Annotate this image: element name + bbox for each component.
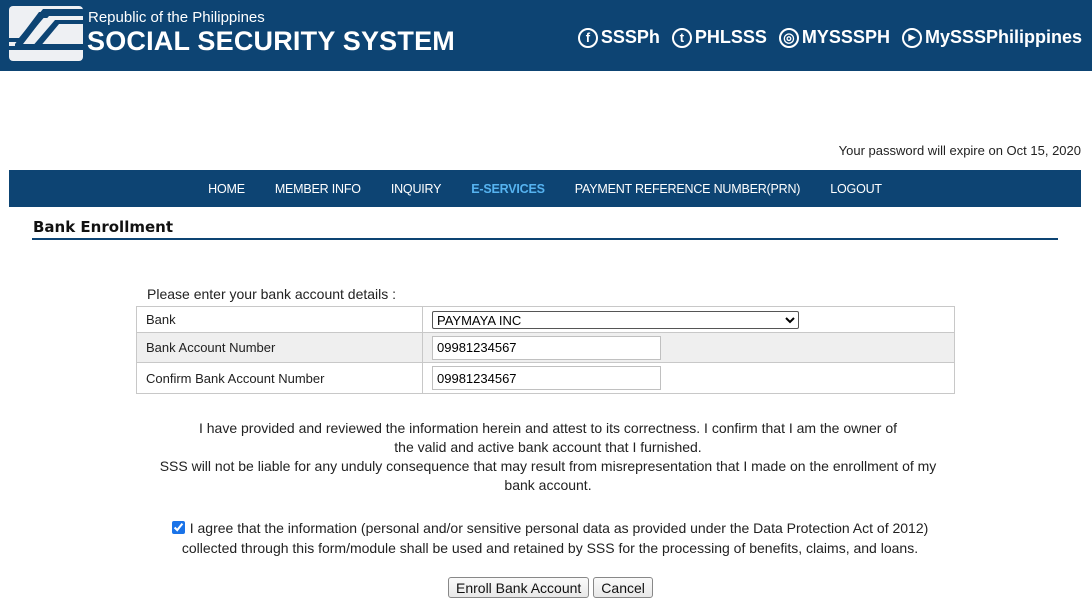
facebook-icon: f xyxy=(577,27,598,48)
youtube-icon: ▶ xyxy=(901,27,922,48)
nav-inquiry[interactable]: INQUIRY xyxy=(391,182,442,196)
consent-checkbox[interactable] xyxy=(171,521,185,534)
account-number-input[interactable] xyxy=(432,335,661,360)
cancel-button[interactable]: Cancel xyxy=(593,577,653,598)
confirm-account-number-cell xyxy=(422,362,955,394)
attestation-line: SSS will not be liable for any unduly co… xyxy=(159,458,937,493)
attestation-line: the valid and active bank account that I… xyxy=(394,439,702,455)
form-actions: Enroll Bank Account Cancel xyxy=(448,577,653,598)
instagram-icon: ◎ xyxy=(778,27,799,48)
social-label: SSSPh xyxy=(600,27,660,47)
social-link-twitter[interactable]: t PHLSSS xyxy=(671,27,767,48)
nav-member-info[interactable]: MEMBER INFO xyxy=(275,182,361,196)
form-prompt: Please enter your bank account details : xyxy=(147,286,397,302)
bank-label: Bank xyxy=(136,306,423,333)
main-nav: HOME MEMBER INFO INQUIRY E-SERVICES PAYM… xyxy=(9,170,1081,207)
enroll-bank-account-button[interactable]: Enroll Bank Account xyxy=(448,577,590,598)
twitter-icon: t xyxy=(671,27,692,48)
attestation-line: I have provided and reviewed the informa… xyxy=(198,420,898,436)
confirm-row: Confirm Bank Account Number xyxy=(136,362,955,394)
confirm-account-number-label: Confirm Bank Account Number xyxy=(136,362,423,394)
password-expiry-notice: Your password will expire on Oct 15, 202… xyxy=(838,143,1081,158)
nav-logout[interactable]: LOGOUT xyxy=(830,182,882,196)
consent-text-cont: collected through this form/module shall… xyxy=(181,540,919,556)
bank-select[interactable]: PAYMAYA INC xyxy=(432,310,799,329)
bank-details-table: Bank PAYMAYA INC Bank Account Number Con… xyxy=(136,306,955,394)
nav-home[interactable]: HOME xyxy=(208,182,245,196)
bank-row: Bank PAYMAYA INC xyxy=(136,306,955,333)
social-link-youtube[interactable]: ▶ MySSSPhilippines xyxy=(901,27,1082,48)
consent-block: I agree that the information (personal a… xyxy=(150,518,950,558)
brand-subtitle: Republic of the Philippines xyxy=(88,9,265,26)
account-number-cell xyxy=(422,332,955,363)
account-row: Bank Account Number xyxy=(136,332,955,363)
social-label: MySSSPhilippines xyxy=(924,27,1082,47)
social-label: MYSSSPH xyxy=(801,27,890,47)
sss-logo[interactable] xyxy=(9,6,83,61)
social-link-instagram[interactable]: ◎ MYSSSPH xyxy=(778,27,890,48)
account-number-label: Bank Account Number xyxy=(136,332,423,363)
social-links: f SSSPh t PHLSSS ◎ MYSSSPH ▶ MySSSPhilip… xyxy=(577,27,1082,48)
brand-title: SOCIAL SECURITY SYSTEM xyxy=(87,26,455,56)
page-title: Bank Enrollment xyxy=(33,218,173,236)
confirm-account-number-input[interactable] xyxy=(432,366,661,390)
title-divider xyxy=(32,238,1058,240)
consent-text: I agree that the information (personal a… xyxy=(189,520,929,536)
bank-cell: PAYMAYA INC xyxy=(422,306,955,333)
social-label: PHLSSS xyxy=(694,27,767,47)
sss-logo-icon xyxy=(9,9,83,50)
social-link-facebook[interactable]: f SSSPh xyxy=(577,27,660,48)
nav-e-services[interactable]: E-SERVICES xyxy=(471,182,545,196)
nav-prn[interactable]: PAYMENT REFERENCE NUMBER(PRN) xyxy=(575,182,801,196)
attestation-text: I have provided and reviewed the informa… xyxy=(140,419,956,495)
site-header: Republic of the Philippines SOCIAL SECUR… xyxy=(0,0,1092,71)
